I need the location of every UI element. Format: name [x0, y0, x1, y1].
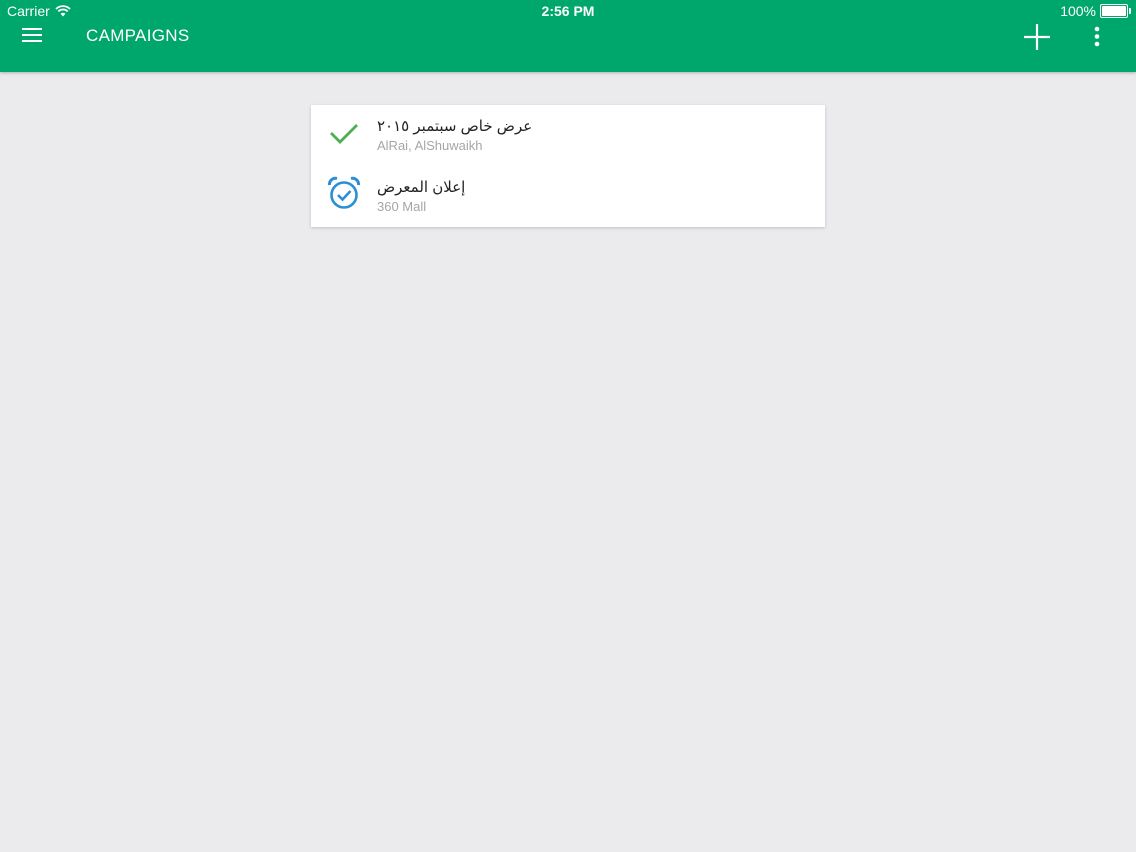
app-header: Carrier 2:56 PM 100% CAMPAIGNS: [0, 0, 1136, 72]
more-options-button[interactable]: [1086, 24, 1108, 50]
campaign-list: عرض خاص سبتمبر ٢٠١٥ AlRai, AlShuwaikh إع…: [311, 105, 825, 227]
alarm-clock-check-icon: [327, 176, 361, 210]
add-campaign-button[interactable]: [1022, 22, 1052, 52]
campaign-location: AlRai, AlShuwaikh: [377, 138, 483, 153]
campaign-row[interactable]: عرض خاص سبتمبر ٢٠١٥ AlRai, AlShuwaikh: [311, 105, 825, 166]
battery-icon: [1100, 4, 1131, 18]
status-time: 2:56 PM: [541, 3, 595, 19]
campaign-location: 360 Mall: [377, 199, 427, 214]
campaign-title: عرض خاص سبتمبر ٢٠١٥: [377, 118, 533, 135]
page-title: CAMPAIGNS: [86, 26, 190, 45]
more-vertical-icon: [1094, 26, 1100, 47]
plus-icon: [1024, 24, 1050, 50]
campaign-title: إعلان المعرض: [377, 179, 466, 196]
battery-percent: 100%: [1060, 3, 1096, 19]
hamburger-menu-icon[interactable]: [20, 24, 44, 46]
status-battery: 100%: [1060, 3, 1131, 19]
campaign-row[interactable]: إعلان المعرض 360 Mall: [311, 166, 825, 227]
checkmark-icon: [327, 117, 361, 151]
status-bar: Carrier 2:56 PM 100%: [0, 0, 1136, 22]
